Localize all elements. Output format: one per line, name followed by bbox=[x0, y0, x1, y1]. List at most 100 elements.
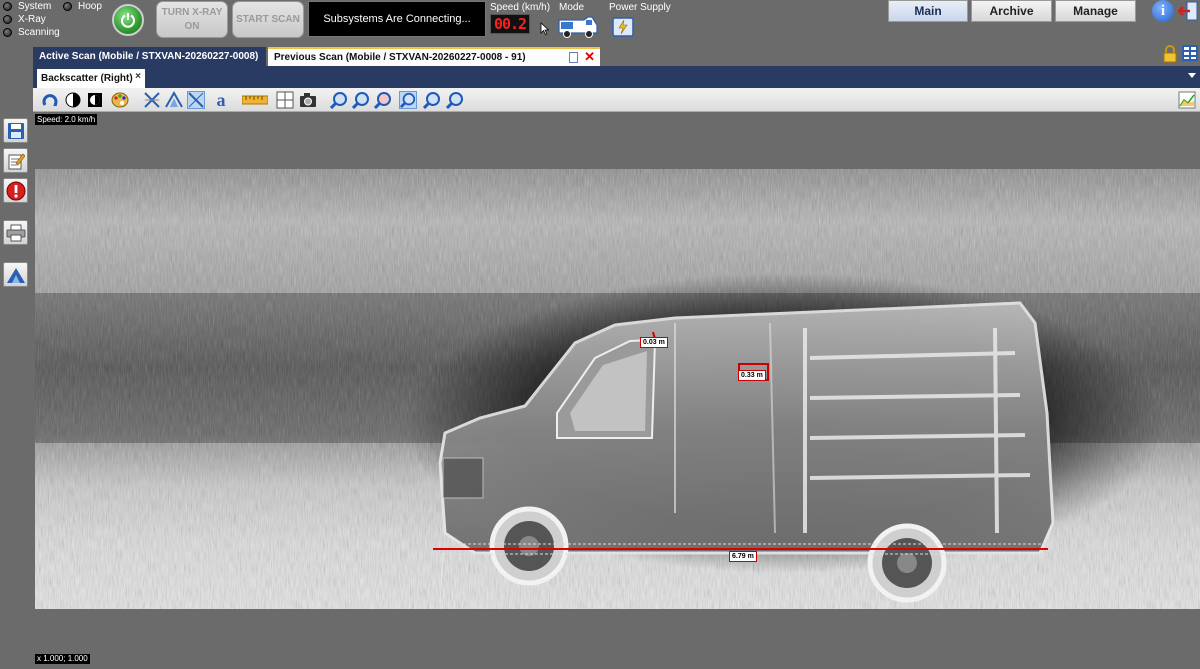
system-status-led-icon bbox=[3, 2, 12, 11]
rotate-tool[interactable] bbox=[41, 91, 59, 109]
nav-manage-button[interactable]: Manage bbox=[1055, 0, 1136, 22]
zoom-actual-tool[interactable] bbox=[423, 91, 441, 109]
zoom-region-tool[interactable] bbox=[399, 91, 417, 109]
ruler-tool[interactable] bbox=[241, 91, 269, 109]
tab-active-scan[interactable]: Active Scan (Mobile / STXVAN-20260227-00… bbox=[33, 47, 266, 66]
start-scan-label: START SCAN bbox=[236, 13, 300, 25]
status-scanning: Scanning bbox=[3, 27, 60, 38]
save-button[interactable] bbox=[3, 118, 28, 143]
scale-overlay: x 1.000; 1.000 bbox=[35, 654, 90, 664]
info-icon[interactable]: i bbox=[1152, 0, 1174, 22]
text-annotation-tool[interactable]: a bbox=[212, 89, 230, 110]
measure-cross-tool[interactable] bbox=[143, 91, 161, 109]
grid-layout-icon[interactable] bbox=[1182, 45, 1198, 61]
turn-xray-on-button[interactable]: TURN X-RAY ON bbox=[156, 1, 228, 38]
zoom-out-icon bbox=[352, 92, 369, 109]
exit-icon[interactable] bbox=[1178, 1, 1198, 21]
speed-value: 00.2 bbox=[493, 15, 527, 33]
tab-previous-scan[interactable]: Previous Scan (Mobile / STXVAN-20260227-… bbox=[268, 47, 600, 66]
left-sidebar bbox=[0, 115, 33, 664]
mouse-cursor-icon bbox=[540, 22, 550, 35]
nav-main-label: Main bbox=[914, 4, 942, 18]
peak-icon bbox=[165, 91, 183, 108]
status-hoop: Hoop bbox=[63, 1, 102, 12]
scan-viewport[interactable] bbox=[35, 113, 1200, 664]
backscatter-image[interactable] bbox=[35, 113, 1200, 664]
start-scan-button[interactable]: START SCAN bbox=[232, 1, 304, 38]
zoom-reset-icon bbox=[446, 92, 463, 109]
tab-backscatter-right[interactable]: Backscatter (Right) × bbox=[37, 69, 145, 88]
zoom-fit-icon bbox=[374, 92, 391, 109]
zoom-actual-icon bbox=[423, 92, 440, 109]
contrast-tool[interactable] bbox=[64, 91, 82, 109]
hoop-status-led-icon bbox=[63, 2, 72, 11]
measure-label-2[interactable]: 0.33 m bbox=[738, 370, 766, 381]
zoom-in-tool[interactable] bbox=[330, 91, 348, 109]
xray-status-led-icon bbox=[3, 15, 12, 24]
status-message-text: Subsystems Are Connecting... bbox=[323, 13, 471, 25]
palette-icon bbox=[111, 92, 129, 108]
chart-report-tool[interactable] bbox=[1178, 91, 1196, 109]
zoom-reset-tool[interactable] bbox=[446, 91, 464, 109]
view-tab-bar: Backscatter (Right) × bbox=[33, 66, 1200, 88]
text-annotation-icon: a bbox=[216, 89, 226, 110]
turn-xray-label-line2: ON bbox=[184, 20, 200, 32]
chart-icon bbox=[1178, 91, 1196, 109]
rear-wheel bbox=[867, 523, 947, 603]
snapshot-tool[interactable] bbox=[299, 91, 317, 109]
alarm-button[interactable] bbox=[3, 178, 28, 203]
rotate-icon bbox=[42, 94, 58, 106]
invert-tool[interactable] bbox=[86, 91, 104, 109]
power-supply-icon bbox=[612, 17, 634, 37]
scan-tab-strip: Active Scan (Mobile / STXVAN-20260227-00… bbox=[33, 47, 1200, 66]
power-button[interactable] bbox=[112, 4, 144, 36]
save-icon bbox=[7, 122, 24, 139]
zoom-out-tool[interactable] bbox=[352, 91, 370, 109]
image-toolbar: a bbox=[33, 88, 1200, 112]
scanning-status-led-icon bbox=[3, 28, 12, 37]
status-system: System bbox=[3, 1, 51, 12]
tab-backscatter-right-label: Backscatter (Right) bbox=[41, 73, 133, 84]
status-xray-label: X-Ray bbox=[18, 14, 46, 25]
alert-icon bbox=[6, 181, 25, 200]
histogram-tool[interactable] bbox=[165, 91, 183, 109]
nav-main-button[interactable]: Main bbox=[888, 0, 968, 22]
status-message: Subsystems Are Connecting... bbox=[308, 1, 486, 37]
close-tab-icon[interactable]: ✕ bbox=[584, 49, 595, 65]
annotate-button[interactable] bbox=[3, 148, 28, 173]
chevron-down-icon[interactable] bbox=[1188, 73, 1196, 78]
power-icon bbox=[121, 13, 135, 28]
power-supply-label: Power Supply bbox=[609, 2, 671, 13]
front-wheel bbox=[489, 506, 569, 586]
document-icon[interactable] bbox=[569, 52, 578, 63]
close-subtab-icon[interactable]: × bbox=[135, 71, 141, 82]
tab-previous-scan-label: Previous Scan (Mobile / STXVAN-20260227-… bbox=[274, 52, 526, 63]
nav-manage-label: Manage bbox=[1073, 4, 1118, 18]
speed-display: 00.2 bbox=[490, 14, 530, 34]
line-measure-tool[interactable] bbox=[187, 91, 205, 109]
print-button[interactable] bbox=[3, 220, 28, 245]
measure-label-3[interactable]: 6.79 m bbox=[729, 551, 757, 562]
histogram-peak-icon bbox=[6, 267, 25, 283]
camera-icon bbox=[300, 93, 316, 107]
zoom-region-icon bbox=[400, 92, 416, 108]
lock-icon[interactable] bbox=[1162, 45, 1178, 63]
zoom-in-icon bbox=[330, 92, 347, 109]
contrast-icon bbox=[65, 92, 81, 108]
turn-xray-label-line1: TURN X-RAY bbox=[161, 6, 223, 18]
printer-icon bbox=[6, 224, 25, 241]
status-hoop-label: Hoop bbox=[78, 1, 102, 12]
nav-archive-button[interactable]: Archive bbox=[971, 0, 1052, 22]
tab-active-scan-label: Active Scan (Mobile / STXVAN-20260227-00… bbox=[39, 51, 259, 62]
histogram-button[interactable] bbox=[3, 262, 28, 287]
measure-label-1[interactable]: 0.03 m bbox=[640, 337, 668, 348]
mobile-van-mode-icon bbox=[558, 16, 598, 38]
palette-tool[interactable] bbox=[111, 91, 129, 109]
region-tool[interactable] bbox=[276, 91, 294, 109]
nav-archive-label: Archive bbox=[989, 4, 1034, 18]
line-measure-icon bbox=[188, 92, 204, 108]
mode-label: Mode bbox=[559, 2, 585, 13]
speed-overlay: Speed: 2.0 km/h bbox=[35, 114, 98, 125]
status-scanning-label: Scanning bbox=[18, 27, 60, 38]
zoom-fit-tool[interactable] bbox=[374, 91, 392, 109]
